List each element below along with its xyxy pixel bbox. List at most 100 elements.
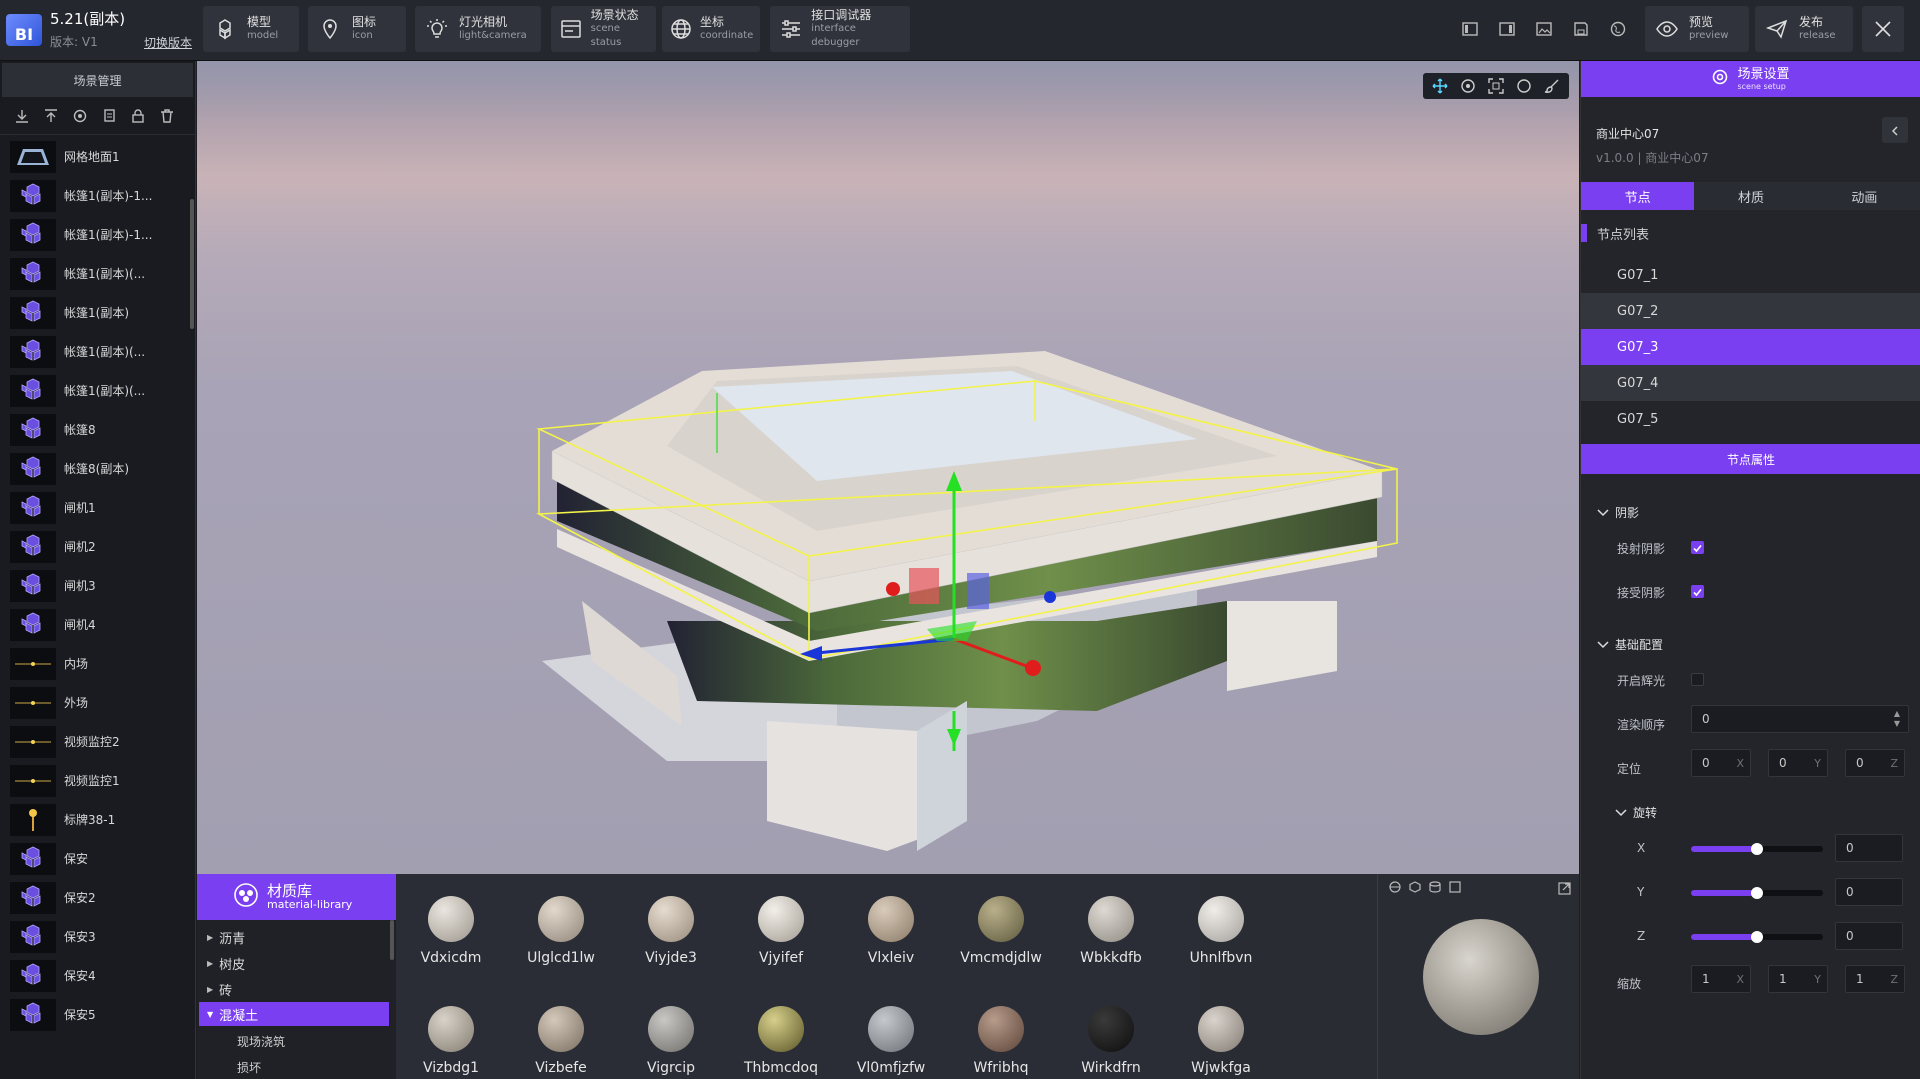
earth-icon[interactable] — [1605, 16, 1631, 42]
scale-z-input[interactable]: 1Z — [1845, 965, 1905, 993]
subcategory-item[interactable]: 损坏 — [237, 1059, 261, 1076]
rotation-group-toggle[interactable]: 旋转 — [1615, 804, 1657, 821]
position-z-input[interactable]: 0Z — [1845, 749, 1905, 777]
rotation-z-slider[interactable] — [1691, 931, 1823, 943]
preview-button[interactable]: 预览 preview — [1645, 6, 1749, 52]
rotation-z-input[interactable]: 0 — [1835, 922, 1903, 950]
scene-tree-item[interactable]: 闸机1 — [0, 488, 190, 527]
preview-sphere[interactable] — [1423, 919, 1539, 1035]
shadow-group-toggle[interactable]: 阴影 — [1597, 504, 1639, 521]
scene-tree-item[interactable]: 网格地面1 — [0, 137, 190, 176]
cylinder-shape-icon[interactable] — [1428, 880, 1442, 894]
release-button[interactable]: 发布 release — [1755, 6, 1853, 52]
collapse-button[interactable] — [1882, 117, 1908, 143]
icon-tool-button[interactable]: 图标 icon — [308, 6, 406, 52]
scene-tree-item[interactable]: 视频监控1 — [0, 761, 190, 800]
scene-tree-item[interactable]: 帐篷1(副本)(... — [0, 371, 190, 410]
rotation-y-slider[interactable] — [1691, 887, 1823, 899]
rotation-y-input[interactable]: 0 — [1835, 878, 1903, 906]
material-item[interactable]: Vl0mfjzfw — [836, 1006, 946, 1076]
material-item[interactable]: Wfribhq — [946, 1006, 1056, 1076]
material-item[interactable]: Vlxleiv — [836, 896, 946, 966]
material-item[interactable]: Ulglcd1lw — [506, 896, 616, 966]
scene-tree-item[interactable]: 保安4 — [0, 956, 190, 995]
slider-knob[interactable] — [1751, 843, 1763, 855]
close-button[interactable] — [1862, 6, 1904, 52]
sphere-shape-icon[interactable] — [1388, 880, 1402, 894]
download-icon[interactable] — [14, 108, 30, 124]
scene-tree-item[interactable]: 外场 — [0, 683, 190, 722]
scene-tree-item[interactable]: 帐篷1(副本) — [0, 293, 190, 332]
upload-icon[interactable] — [43, 108, 59, 124]
expand-icon[interactable] — [1558, 880, 1571, 899]
coordinate-tool-button[interactable]: 坐标 coordinate — [662, 6, 760, 52]
rotate-icon[interactable] — [1459, 77, 1477, 95]
scene-tree-item[interactable]: 闸机2 — [0, 527, 190, 566]
scene-tree-item[interactable]: 视频监控2 — [0, 722, 190, 761]
material-item[interactable]: Wirkdfrn — [1056, 1006, 1166, 1076]
material-item[interactable]: Uhnlfbvn — [1166, 896, 1276, 966]
stepper-icon[interactable]: ▲ ▼ — [1894, 709, 1900, 729]
target-icon[interactable] — [72, 108, 88, 124]
scene-status-tool-button[interactable]: 场景状态 scene status — [551, 6, 656, 52]
material-item[interactable]: Thbmcdoq — [726, 1006, 836, 1076]
layout-right-icon[interactable] — [1494, 16, 1520, 42]
node-item-selected[interactable]: G07_3 — [1581, 329, 1920, 365]
bloom-checkbox[interactable] — [1691, 673, 1704, 686]
scene-tree-item[interactable]: 闸机3 — [0, 566, 190, 605]
switch-version-link[interactable]: 切换版本 — [144, 34, 192, 51]
move-icon[interactable] — [1431, 77, 1449, 95]
subcategory-item[interactable]: 现场浇筑 — [237, 1033, 285, 1050]
scene-tree-item[interactable]: 保安5 — [0, 995, 190, 1034]
material-item[interactable]: Vizbdg1 — [396, 1006, 506, 1076]
scene-tree-item[interactable]: 内场 — [0, 644, 190, 683]
tab-node[interactable]: 节点 — [1581, 182, 1695, 210]
lock-icon[interactable] — [130, 108, 146, 124]
cast-shadow-checkbox[interactable] — [1691, 541, 1704, 554]
node-item[interactable]: G07_2 — [1581, 293, 1920, 329]
material-item[interactable]: Vizbefe — [506, 1006, 616, 1076]
material-item[interactable]: Wjwkfga — [1166, 1006, 1276, 1076]
scale-y-input[interactable]: 1Y — [1768, 965, 1828, 993]
category-item[interactable]: ▶ 沥青 — [207, 928, 245, 947]
tab-animation[interactable]: 动画 — [1807, 182, 1920, 210]
category-item-selected[interactable]: ▼ 混凝土 — [199, 1002, 389, 1026]
scene-tree-item[interactable]: 帐篷8(副本) — [0, 449, 190, 488]
scene-tree-item[interactable]: 帐篷1(副本)-1... — [0, 215, 190, 254]
material-item[interactable]: Vdxicdm — [396, 896, 506, 966]
node-item[interactable]: G07_4 — [1581, 365, 1920, 401]
material-item[interactable]: Vmcmdjdlw — [946, 896, 1056, 966]
category-item[interactable]: ▶ 砖 — [207, 980, 232, 999]
receive-shadow-checkbox[interactable] — [1691, 585, 1704, 598]
copy-icon[interactable] — [101, 108, 117, 124]
scene-tree-item[interactable]: 标牌38-1 — [0, 800, 190, 839]
node-item[interactable]: G07_5 — [1581, 401, 1920, 437]
sphere-icon[interactable] — [1515, 77, 1533, 95]
render-order-input[interactable]: 0 ▲ ▼ — [1691, 705, 1909, 733]
cube-shape-icon[interactable] — [1408, 880, 1422, 894]
light-camera-tool-button[interactable]: 灯光相机 light&camera — [415, 6, 541, 52]
3d-viewport[interactable] — [197, 61, 1579, 874]
interface-debugger-tool-button[interactable]: 接口调试器 interface debugger — [770, 6, 910, 52]
save-icon[interactable] — [1568, 16, 1594, 42]
slider-knob[interactable] — [1751, 887, 1763, 899]
rotation-x-slider[interactable] — [1691, 843, 1823, 855]
position-y-input[interactable]: 0Y — [1768, 749, 1828, 777]
rotation-x-input[interactable]: 0 — [1835, 834, 1903, 862]
category-scrollbar[interactable] — [390, 920, 394, 960]
scene-tree-item[interactable]: 帐篷8 — [0, 410, 190, 449]
tab-material[interactable]: 材质 — [1694, 182, 1808, 210]
scene-tree-item[interactable]: 保安3 — [0, 917, 190, 956]
material-item[interactable]: Vigrcip — [616, 1006, 726, 1076]
material-item[interactable]: Wbkkdfb — [1056, 896, 1166, 966]
scene-tree-item[interactable]: 保安2 — [0, 878, 190, 917]
scene-tree-item[interactable]: 保安 — [0, 839, 190, 878]
scene-tree-item[interactable]: 帐篷1(副本)(... — [0, 254, 190, 293]
scale-x-input[interactable]: 1X — [1691, 965, 1751, 993]
slider-knob[interactable] — [1751, 931, 1763, 943]
trash-icon[interactable] — [159, 108, 175, 124]
model-tool-button[interactable]: 模型 model — [203, 6, 299, 52]
material-item[interactable]: Viyjde3 — [616, 896, 726, 966]
material-item[interactable]: Vjyifef — [726, 896, 836, 966]
layout-left-icon[interactable] — [1457, 16, 1483, 42]
